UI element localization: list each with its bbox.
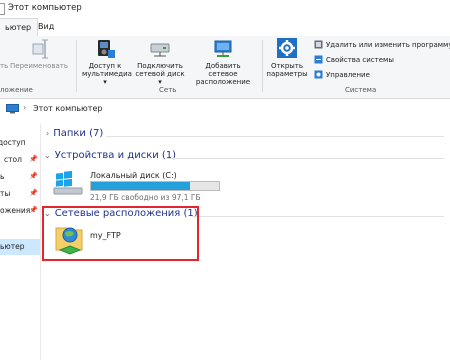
drive-free-space: 21,9 ГБ свободно из 97,1 ГБ: [90, 193, 201, 202]
chevron-down-icon: ⌄: [44, 151, 51, 160]
drive-usage-bar: [90, 181, 220, 191]
highlight-annotation-box: [42, 206, 199, 261]
ribbon-separator: [262, 40, 263, 92]
title-bar: Этот компьютер: [0, 0, 450, 18]
rename-prefix: ть: [0, 62, 9, 70]
uninstall-label: Удалить или изменить программу: [326, 41, 450, 49]
manage-icon: [314, 70, 323, 79]
add-network-location-button[interactable]: Добавить сетевое расположение: [190, 38, 256, 86]
pin-icon: 📌: [29, 172, 38, 180]
ribbon: ть Переименовать ложение Доступ к мульти…: [0, 36, 450, 99]
nav-item-downloads[interactable]: ь: [0, 172, 4, 181]
rename-label: Переименовать: [10, 62, 68, 70]
breadcrumb-arrow: ›: [23, 103, 27, 112]
access-media-label-1: Доступ к: [88, 62, 122, 70]
open-settings-button[interactable]: Открыть параметры: [266, 38, 308, 78]
settings-gear-icon: [277, 38, 297, 58]
access-media-button[interactable]: Доступ к мультимедиа ▾: [82, 38, 132, 86]
group-divider: [192, 216, 444, 217]
navigation-pane: доступ стол 📌 ь 📌 ты 📌 ожения 📌 ьютер: [0, 124, 41, 360]
drive-name: Локальный диск (C:): [90, 171, 177, 180]
manage-label: Управление: [326, 71, 370, 79]
window-title: Этот компьютер: [8, 3, 82, 13]
system-properties-icon: [314, 55, 323, 64]
ribbon-separator: [76, 40, 77, 92]
rename-button-full[interactable]: Переименовать: [8, 38, 70, 70]
add-location-label-1: Добавить сетевое: [205, 62, 241, 78]
pin-icon: 📌: [29, 206, 38, 214]
system-properties-label: Свойства системы: [326, 56, 394, 64]
group-label-location: ложение: [0, 86, 33, 94]
pin-icon: 📌: [29, 155, 38, 163]
nav-item-desktop[interactable]: стол: [4, 155, 22, 164]
drive-usage-fill: [91, 182, 191, 190]
group-title-devices: Устройства и диски (1): [54, 150, 177, 161]
rename-button[interactable]: ть: [0, 62, 8, 70]
group-label-network: Сеть: [159, 86, 177, 94]
uninstall-icon: [314, 40, 323, 49]
map-drive-label-1: Подключить: [137, 62, 183, 70]
map-drive-label-2: сетевой диск ▾: [135, 70, 185, 86]
system-properties-button[interactable]: Свойства системы: [314, 55, 394, 64]
address-bar[interactable]: › Этот компьютер: [0, 101, 450, 117]
pin-icon: 📌: [29, 189, 38, 197]
group-divider: [106, 136, 444, 137]
chevron-right-icon: ›: [46, 129, 50, 138]
group-title-folders: Папки (7): [53, 128, 104, 139]
breadcrumb-this-pc[interactable]: Этот компьютер: [33, 104, 102, 113]
access-media-icon: [98, 40, 115, 58]
add-location-icon: [214, 40, 232, 57]
nav-item-this-pc[interactable]: ьютер: [0, 242, 24, 251]
access-media-label-2: мультимедиа ▾: [82, 70, 132, 86]
group-header-folders[interactable]: › Папки (7): [46, 128, 103, 139]
uninstall-programs-button[interactable]: Удалить или изменить программу: [314, 40, 450, 49]
tab-view[interactable]: Вид: [32, 18, 60, 36]
open-settings-label-1: Открыть: [271, 62, 303, 70]
group-header-devices[interactable]: ⌄ Устройства и диски (1): [44, 150, 176, 161]
group-label-system: Система: [345, 86, 377, 94]
manage-button[interactable]: Управление: [314, 70, 370, 79]
computer-icon: [6, 104, 19, 114]
open-settings-label-2: параметры: [266, 70, 308, 78]
group-divider: [166, 158, 444, 159]
ribbon-tabs: ьютер Вид: [0, 18, 450, 37]
rename-icon: [32, 39, 48, 59]
nav-item-pictures[interactable]: ожения: [0, 206, 30, 215]
quick-access-toolbar-edge[interactable]: [0, 3, 5, 15]
windows-drive-icon: [53, 170, 83, 195]
map-network-drive-button[interactable]: Подключить сетевой диск ▾: [134, 38, 186, 86]
nav-item-quick-access[interactable]: доступ: [0, 138, 26, 147]
nav-item-documents[interactable]: ты: [0, 189, 10, 198]
add-location-label-2: расположение: [195, 78, 251, 86]
map-drive-icon: [150, 43, 170, 57]
